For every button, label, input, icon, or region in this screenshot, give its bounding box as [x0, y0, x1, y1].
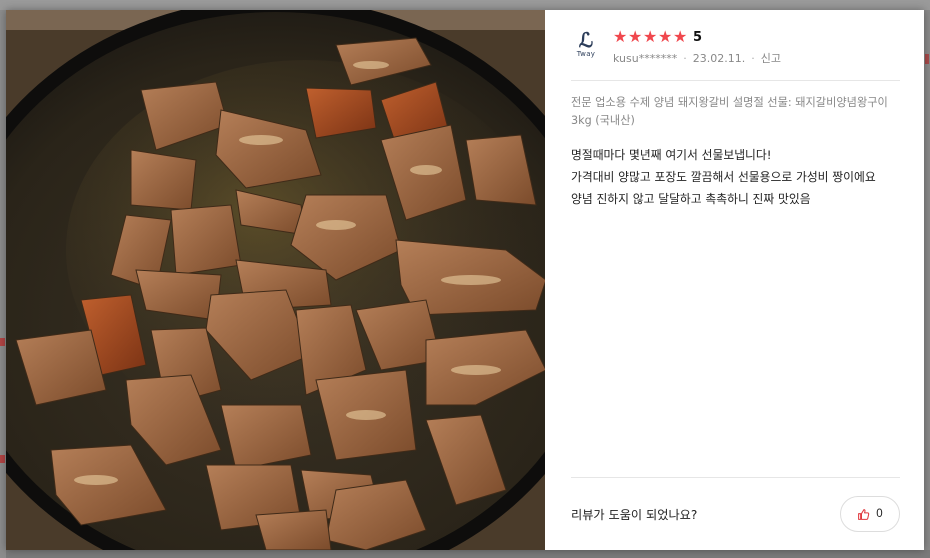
- review-header: ℒ Tway ★ ★ ★ ★ ★ 5 kusu******* · 23.02.1…: [571, 26, 900, 80]
- brand-logo-text: Tway: [576, 50, 596, 58]
- background-mark: [0, 455, 5, 463]
- product-option: 전문 업소용 수제 양념 돼지왕갈비 설명절 선물: 돼지갈비양념왕구이 3kg…: [571, 96, 888, 127]
- separator-dot: ·: [683, 51, 687, 65]
- like-count: 0: [876, 508, 883, 520]
- review-photo-image: [6, 10, 545, 550]
- star-rating: ★ ★ ★ ★ ★: [613, 29, 688, 45]
- review-meta: ★ ★ ★ ★ ★ 5 kusu******* · 23.02.11. · 신고: [613, 26, 900, 66]
- rating-value: 5: [693, 29, 703, 45]
- page-backdrop-top: [0, 0, 930, 10]
- divider: [571, 80, 900, 81]
- background-mark: [925, 54, 929, 64]
- background-mark: [0, 338, 5, 346]
- review-line: 명절때마다 몇년째 여기서 선물보냅니다!: [571, 148, 772, 162]
- review-photo[interactable]: [6, 10, 545, 550]
- star-icon: ★: [673, 27, 688, 46]
- star-icon: ★: [643, 27, 658, 46]
- review-footer: 리뷰가 도움이 되었나요? 0: [571, 477, 900, 550]
- star-icon: ★: [658, 27, 673, 46]
- reviewer-name: kusu*******: [613, 51, 678, 65]
- review-body: 명절때마다 몇년째 여기서 선물보냅니다! 가격대비 양많고 포장도 깔끔해서 …: [571, 144, 903, 210]
- thumbs-up-icon: [857, 508, 870, 521]
- helpful-like-button[interactable]: 0: [840, 496, 900, 532]
- separator-dot: ·: [751, 51, 755, 65]
- report-link[interactable]: 신고: [761, 50, 781, 66]
- star-icon: ★: [628, 27, 643, 46]
- review-panel: ℒ Tway ★ ★ ★ ★ ★ 5 kusu******* · 23.02.1…: [545, 10, 924, 550]
- star-icon: ★: [613, 27, 628, 46]
- page-backdrop-right: [924, 10, 930, 550]
- rating-row: ★ ★ ★ ★ ★ 5: [613, 26, 900, 48]
- review-modal: ℒ Tway ★ ★ ★ ★ ★ 5 kusu******* · 23.02.1…: [6, 10, 924, 550]
- review-line: 가격대비 양많고 포장도 깔끔해서 선물용으로 가성비 짱이에요: [571, 170, 876, 184]
- reviewer-avatar: ℒ Tway: [571, 30, 601, 64]
- review-date: 23.02.11.: [692, 51, 746, 65]
- review-sub-row: kusu******* · 23.02.11. · 신고: [613, 50, 900, 66]
- review-line: 양념 진하지 않고 달달하고 촉촉하니 진짜 맛있음: [571, 192, 811, 206]
- helpful-question: 리뷰가 도움이 되었나요?: [571, 508, 698, 522]
- brand-logo-icon: ℒ: [578, 28, 594, 52]
